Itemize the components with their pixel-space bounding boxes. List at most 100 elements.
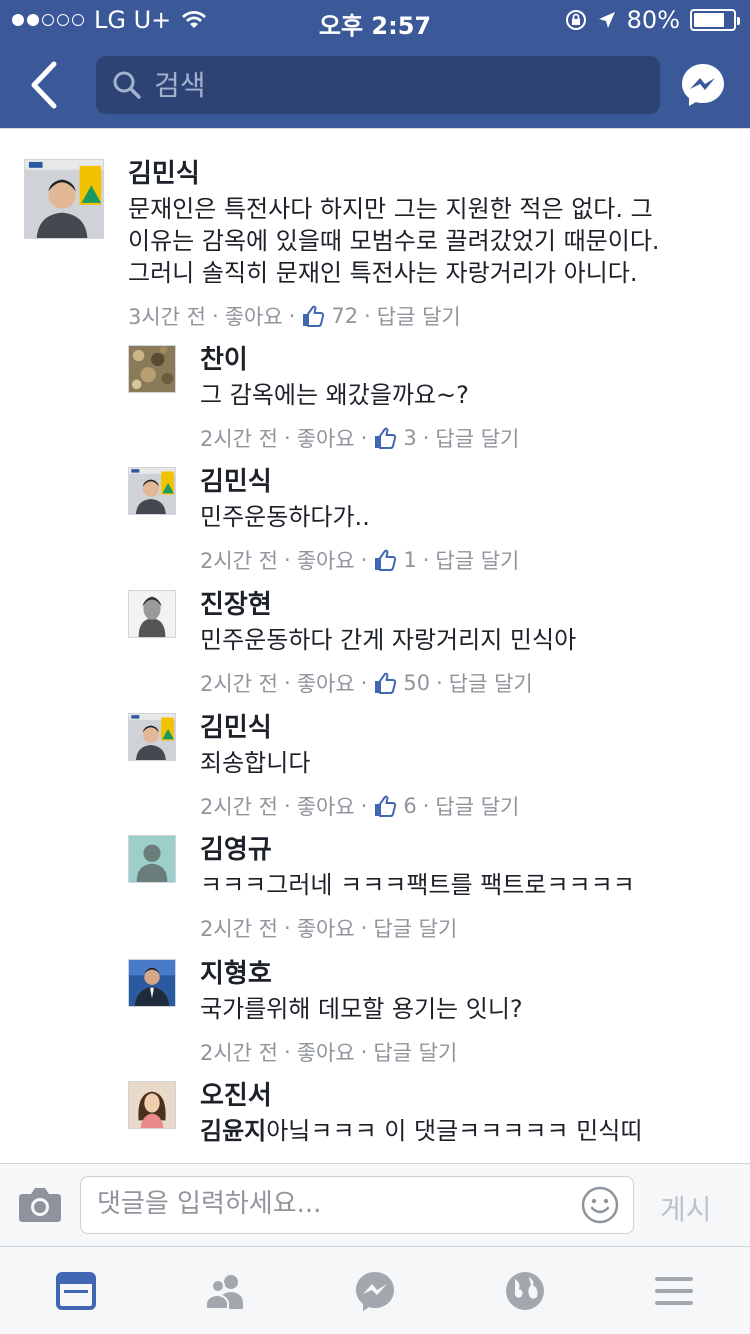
comment-text: 그 감옥에는 왜갔을까요~? bbox=[200, 379, 519, 411]
avatar[interactable] bbox=[128, 345, 176, 393]
like-count[interactable]: 1 bbox=[373, 548, 417, 572]
comment-text-line: 민주운동하다가.. bbox=[200, 501, 519, 533]
comment-text-content: ㅋㅋㅋ그러네 ㅋㅋㅋ팩트를 팩트로ㅋㅋㅋㅋ bbox=[200, 871, 635, 899]
commenter-name[interactable]: 진장현 bbox=[200, 590, 576, 620]
comment: 김민식문재인은 특전사다 하지만 그는 지원한 적은 없다. 그이유는 감옥에 … bbox=[24, 159, 660, 331]
comment-text: ㅋㅋㅋ그러네 ㅋㅋㅋ팩트를 팩트로ㅋㅋㅋㅋ bbox=[200, 869, 635, 901]
friends-icon[interactable] bbox=[203, 1269, 247, 1313]
comment-text-content: 이유는 감옥에 있을때 모범수로 끌려갔었기 때문이다. bbox=[128, 227, 660, 255]
commenter-name[interactable]: 지형호 bbox=[200, 959, 523, 989]
battery-percent: 80% bbox=[626, 6, 680, 34]
battery-icon bbox=[690, 9, 740, 31]
search-field[interactable] bbox=[96, 56, 660, 114]
like-link[interactable]: 좋아요 bbox=[297, 423, 355, 453]
like-link[interactable]: 좋아요 bbox=[297, 668, 355, 698]
like-link[interactable]: 좋아요 bbox=[297, 913, 355, 943]
reply-link[interactable]: 답글 달기 bbox=[435, 545, 519, 575]
reply-link[interactable]: 답글 달기 bbox=[373, 1037, 457, 1067]
back-arrow-icon[interactable] bbox=[24, 58, 68, 112]
comment-body: 진장현 민주운동하다 간게 자랑거리지 민식아 2시간 전 · 좋아요 · 50 · 답글 달기 bbox=[200, 590, 576, 698]
avatar[interactable] bbox=[128, 835, 176, 883]
battery-level bbox=[694, 13, 725, 27]
header-bar: LG U+ 오후 2:57 80% bbox=[0, 0, 750, 128]
comment-meta: 3시간 전 · 좋아요 · 72 · 답글 달기 bbox=[128, 301, 660, 331]
like-count[interactable]: 3 bbox=[373, 426, 417, 450]
reply-link[interactable]: 답글 달기 bbox=[435, 791, 519, 821]
mention-link[interactable]: 김윤지 bbox=[200, 1117, 266, 1145]
comment-input-box[interactable] bbox=[80, 1176, 634, 1234]
like-link[interactable]: 좋아요 bbox=[297, 1037, 355, 1067]
separator: · bbox=[360, 671, 368, 695]
like-count-value: 1 bbox=[403, 548, 417, 572]
comment-text-line: 문재인은 특전사다 하지만 그는 지원한 적은 없다. 그 bbox=[128, 193, 660, 225]
reply-link[interactable]: 답글 달기 bbox=[377, 301, 461, 331]
like-link[interactable]: 좋아요 bbox=[297, 791, 355, 821]
reply-link[interactable]: 답글 달기 bbox=[449, 668, 533, 698]
comment-text-content: 문재인은 특전사다 하지만 그는 지원한 적은 없다. 그 bbox=[128, 195, 653, 223]
menu-icon[interactable] bbox=[652, 1269, 696, 1313]
comment-text-content: 국가를위해 데모할 용기는 잇니? bbox=[200, 995, 523, 1023]
comment-time: 2시간 전 bbox=[200, 917, 278, 941]
avatar[interactable] bbox=[128, 959, 176, 1007]
commenter-name[interactable]: 김민식 bbox=[200, 713, 519, 743]
commenter-name[interactable]: 김영규 bbox=[200, 835, 635, 865]
notifications-globe-icon[interactable] bbox=[503, 1269, 547, 1313]
commenter-name[interactable]: 오진서 bbox=[200, 1081, 642, 1111]
comment-text-line: 그 감옥에는 왜갔을까요~? bbox=[200, 379, 519, 411]
reply-link[interactable]: 답글 달기 bbox=[435, 423, 519, 453]
comment-text-content: 민주운동하다가.. bbox=[200, 503, 370, 531]
commenter-name[interactable]: 김민식 bbox=[128, 159, 660, 189]
like-link[interactable]: 좋아요 bbox=[225, 301, 283, 331]
thumbs-up-icon bbox=[375, 427, 397, 449]
separator: · bbox=[436, 671, 443, 695]
camera-icon[interactable] bbox=[18, 1184, 62, 1224]
separator: · bbox=[284, 548, 291, 572]
comment-body: 김민식 민주운동하다가.. 2시간 전 · 좋아요 · 1 · 답글 달기 bbox=[200, 467, 519, 575]
messenger-icon[interactable] bbox=[680, 62, 726, 108]
thumbs-up-icon bbox=[375, 795, 397, 817]
comment-time: 2시간 전 bbox=[200, 795, 278, 819]
reply-comment: 지형호 국가를위해 데모할 용기는 잇니? 2시간 전 · 좋아요 · 답글 달기 bbox=[128, 959, 523, 1067]
thumbs-up-icon bbox=[375, 549, 397, 571]
search-input[interactable] bbox=[154, 68, 624, 102]
commenter-name[interactable]: 찬이 bbox=[200, 345, 519, 375]
reply-link[interactable]: 답글 달기 bbox=[373, 913, 457, 943]
comment-body: 김민식문재인은 특전사다 하지만 그는 지원한 적은 없다. 그이유는 감옥에 … bbox=[128, 159, 660, 331]
avatar[interactable] bbox=[24, 159, 104, 239]
avatar[interactable] bbox=[128, 467, 176, 515]
comment-thread: 김민식 문재인은 특전사다 하지만 그는 지원한 적은 없다. 그 이유는 감옥에 … bbox=[0, 128, 750, 1163]
like-link[interactable]: 좋아요 bbox=[297, 545, 355, 575]
separator: · bbox=[284, 794, 291, 818]
comment-text: 민주운동하다가.. bbox=[200, 501, 519, 533]
comment-text: 죄송합니다 bbox=[200, 747, 519, 779]
like-count[interactable]: 72 bbox=[301, 304, 358, 328]
comment-body: 김민식 죄송합니다 2시간 전 · 좋아요 · 6 · 답글 달기 bbox=[200, 713, 519, 821]
reply-comment: 오진서김윤지아닠ㅋㅋㅋ 이 댓글ㅋㅋㅋㅋㅋ 민식띠1시간 전·좋아요·답글 달기 bbox=[128, 1081, 642, 1163]
comment-text-line: ㅋㅋㅋ그러네 ㅋㅋㅋ팩트를 팩트로ㅋㅋㅋㅋ bbox=[200, 869, 635, 901]
comment-text: 문재인은 특전사다 하지만 그는 지원한 적은 없다. 그이유는 감옥에 있을때… bbox=[128, 193, 660, 289]
separator: · bbox=[360, 548, 368, 572]
commenter-name[interactable]: 김민식 bbox=[200, 467, 519, 497]
reply-comment: 김민식 죄송합니다 2시간 전 · 좋아요 · 6 · 답글 달기 bbox=[128, 713, 519, 821]
comment-body: 김영규 ㅋㅋㅋ그러네 ㅋㅋㅋ팩트를 팩트로ㅋㅋㅋㅋ 2시간 전 · 좋아요 · 답글 달기 bbox=[200, 835, 635, 943]
news-feed-icon[interactable] bbox=[54, 1269, 98, 1313]
comment-meta: 2시간 전 · 좋아요 · 3 · 답글 달기 bbox=[200, 423, 519, 453]
comment-text-line: 이유는 감옥에 있을때 모범수로 끌려갔었기 때문이다. bbox=[128, 225, 660, 257]
comment-input[interactable] bbox=[97, 1189, 567, 1219]
reply-comment: 김민식 민주운동하다가.. 2시간 전 · 좋아요 · 1 · 답글 달기 bbox=[128, 467, 519, 575]
reply-comment: 김영규 ㅋㅋㅋ그러네 ㅋㅋㅋ팩트를 팩트로ㅋㅋㅋㅋ 2시간 전 · 좋아요 · 답글 달기 bbox=[128, 835, 635, 943]
post-button[interactable]: 게시 bbox=[660, 1188, 712, 1228]
comment-text-content: 그러니 솔직히 문재인 특전사는 자랑거리가 아니다. bbox=[128, 259, 638, 287]
avatar[interactable] bbox=[128, 1081, 176, 1129]
comment-text-content: 민주운동하다 간게 자랑거리지 민식아 bbox=[200, 626, 577, 654]
comment-time: 2시간 전 bbox=[200, 427, 278, 451]
avatar[interactable] bbox=[128, 713, 176, 761]
like-count[interactable]: 50 bbox=[373, 671, 430, 695]
emoji-icon[interactable] bbox=[581, 1186, 619, 1224]
like-count[interactable]: 6 bbox=[373, 794, 417, 818]
reply-comment: 찬이그 감옥에는 왜갔을까요~? 2시간 전 · 좋아요 · 3 · 답글 달기 bbox=[128, 345, 519, 453]
comment-text-line: 그러니 솔직히 문재인 특전사는 자랑거리가 아니다. bbox=[128, 257, 660, 289]
avatar[interactable] bbox=[128, 590, 176, 638]
separator: · bbox=[364, 304, 371, 328]
messenger-tab-icon[interactable] bbox=[353, 1269, 397, 1313]
